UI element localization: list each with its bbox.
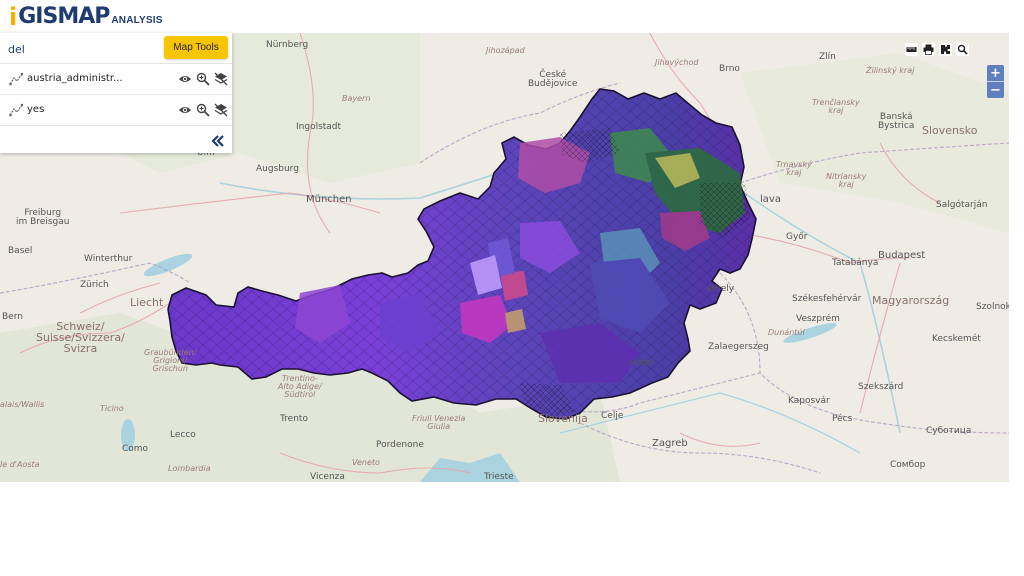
layer-name: yes — [27, 104, 45, 115]
logo-letter-i: i — [9, 3, 18, 31]
app-header: i GISMAP ANALYSIS — [0, 0, 1024, 33]
map-label-szekesfehervar: Székesfehérvár — [792, 294, 862, 304]
map-label-brno: Brno — [719, 64, 740, 74]
map-label-basel: Basel — [8, 246, 33, 256]
line-layer-icon — [9, 72, 23, 86]
map-label-ceske-budejovice: České Budějovice — [528, 70, 578, 89]
map-label-friuli: Friuli Venezia Giulia — [412, 414, 466, 431]
map-label-sombor: Сомбор — [890, 460, 926, 470]
layer-search-input[interactable] — [6, 38, 160, 60]
map-label-subotica: Суботица — [926, 426, 972, 436]
map-label-szekszard: Szekszárd — [858, 382, 904, 392]
eye-icon[interactable] — [177, 102, 192, 117]
map-label-trentino: Trentino- Alto Adige/ Südtirol — [278, 374, 322, 399]
eye-icon[interactable] — [177, 71, 192, 86]
zoom-to-layer-icon[interactable] — [195, 102, 210, 117]
print-icon[interactable] — [922, 43, 935, 56]
map-label-winterthur: Winterthur — [84, 254, 133, 264]
map-label-pordenone: Pordenone — [376, 440, 424, 450]
map-label-zalaegerszeg: Zalaegerszeg — [708, 342, 769, 352]
map-label-bayern: Bayern — [342, 94, 371, 103]
map-label-liechtenstein: Liecht — [130, 296, 164, 309]
map-label-tatabanya: Tatabánya — [832, 258, 879, 268]
map-label-valais: alais/Wallis — [0, 400, 45, 409]
map-label-bern: Bern — [2, 312, 23, 322]
layers-off-icon[interactable] — [213, 71, 228, 86]
map-tools-button[interactable]: Map Tools — [164, 36, 228, 59]
igismap-logo[interactable]: i GISMAP ANALYSIS — [9, 3, 163, 31]
map-label-lecco: Lecco — [170, 430, 196, 440]
map-label-maribor: aribor — [628, 358, 655, 368]
map-label-ingolstadt: Ingolstadt — [296, 122, 342, 132]
layer-row[interactable]: yes — [0, 95, 232, 126]
layer-row[interactable]: austria_administr... — [0, 64, 232, 95]
map-label-jihozapad: Jihozápad — [486, 46, 525, 55]
collapse-panel-icon[interactable] — [210, 133, 226, 149]
map-label-bratislava: lava — [760, 194, 781, 205]
logo-main-text: GISMAP — [18, 4, 110, 29]
ruler-icon[interactable] — [905, 43, 918, 56]
logo-sub-text: ANALYSIS — [111, 15, 163, 26]
map-label-jihovychod: Jihovýchod — [655, 58, 699, 67]
map-label-szombathely: athely — [706, 284, 735, 294]
layer-panel: Map Tools austria_administr... yes — [0, 33, 232, 153]
map-label-nitriansky-kraj: Nitriansky kraj — [826, 172, 867, 189]
map-label-trento: Trento — [280, 414, 308, 424]
map-label-celje: Celje — [601, 411, 624, 421]
map-label-trieste: Trieste — [484, 472, 514, 482]
map-label-magyarorszag: Magyarország — [872, 294, 950, 307]
layer-actions — [177, 102, 228, 117]
map-label-veneto: Veneto — [352, 458, 380, 467]
map-label-gyor: Győr — [786, 232, 808, 242]
map-label-ticino: Ticino — [100, 404, 124, 413]
search-icon[interactable] — [956, 43, 969, 56]
layer-actions — [177, 71, 228, 86]
map-label-slovenija: Slovenija — [538, 412, 588, 425]
map-label-como: Como — [122, 444, 149, 454]
map-toolbar — [905, 43, 969, 56]
search-row: Map Tools — [0, 33, 232, 64]
map-label-pecs: Pécs — [832, 414, 853, 424]
map-label-graubunden: Graubünden/ Grigioni/ Grischun — [144, 348, 197, 373]
map-label-munchen: München — [306, 194, 352, 205]
map-label-vicenza: Vicenza — [310, 472, 345, 482]
map-label-banska-bystrica: Banská Bystrica — [878, 112, 915, 131]
map-label-aosta: le d'Aosta — [0, 460, 40, 469]
map-label-zilinsky-kraj: Žilinský kraj — [866, 66, 915, 75]
map-label-trenciansky-kraj: Trenčiansky kraj — [812, 98, 860, 115]
map-label-kecskemet: Kecskemét — [932, 334, 981, 344]
zoom-in-button[interactable]: + — [987, 65, 1004, 81]
map-label-trnavsky-kraj: Trnavský kraj — [776, 160, 812, 177]
zoom-out-button[interactable]: − — [987, 81, 1004, 98]
map-label-veszprem: Veszprém — [796, 314, 840, 324]
map-label-lombardia: Lombardia — [168, 464, 211, 473]
layer-name: austria_administr... — [27, 73, 123, 84]
map-label-budapest: Budapest — [878, 250, 926, 261]
layers-off-icon[interactable] — [213, 102, 228, 117]
map-label-augsburg: Augsburg — [256, 164, 299, 174]
map-label-schweiz: Schweiz/ Suisse/Svizzera/ Svizra — [36, 320, 125, 355]
line-layer-icon — [9, 103, 23, 117]
map-label-szolnok: Szolnok — [976, 302, 1009, 312]
map-label-freiburg: Freiburg im Breisgau — [16, 208, 70, 227]
map-label-slovensko: Slovensko — [922, 124, 978, 137]
map-label-zurich: Zürich — [80, 280, 109, 290]
map-label-dunantul: Dunántúl — [768, 328, 805, 337]
zoom-control: + − — [987, 65, 1004, 98]
zoom-to-layer-icon[interactable] — [195, 71, 210, 86]
map-label-zagreb: Zagreb — [652, 438, 688, 449]
map-label-kaposvar: Kaposvár — [788, 396, 830, 406]
map-label-zlin: Zlín — [819, 52, 836, 62]
map-label-salgotarjan: Salgótarján — [936, 200, 988, 210]
map-label-nurnberg: Nürnberg — [266, 40, 309, 50]
puzzle-icon[interactable] — [939, 43, 952, 56]
